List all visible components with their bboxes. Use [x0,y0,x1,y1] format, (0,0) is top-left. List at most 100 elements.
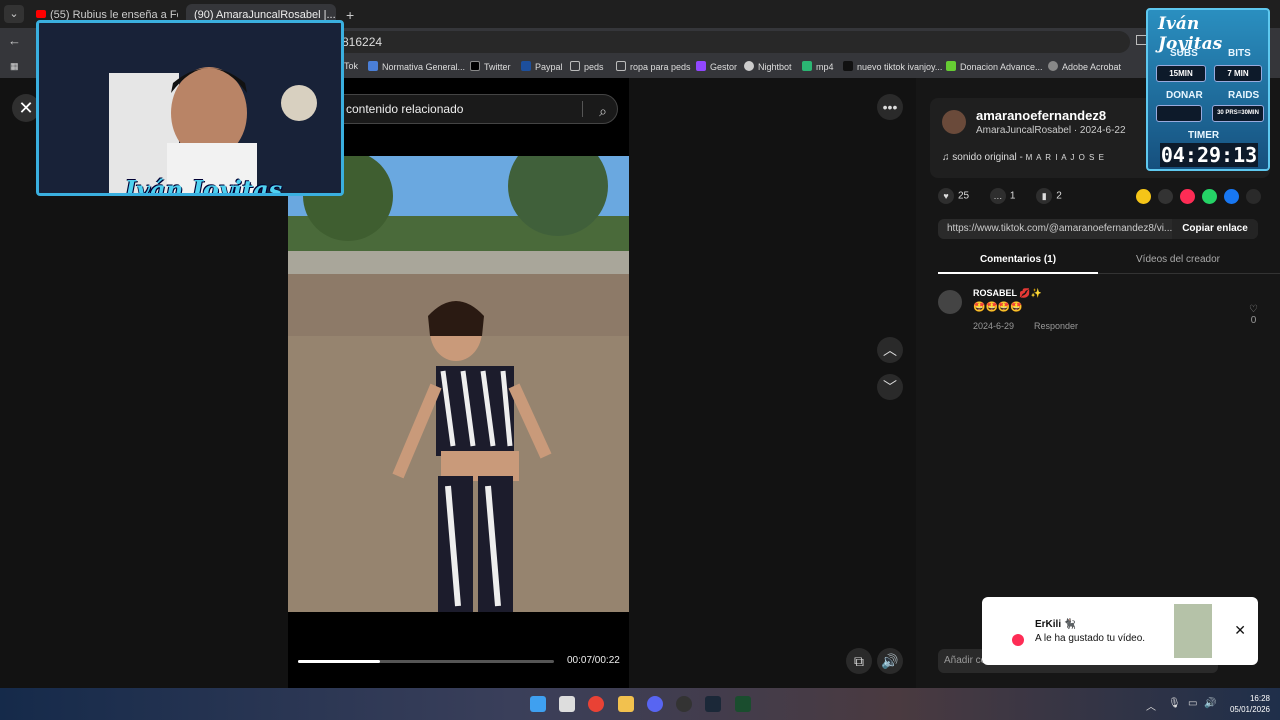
bookmark-icon[interactable]: ▮ [1036,188,1053,204]
bits-label: BITS [1228,48,1251,59]
video-frame[interactable] [288,156,629,612]
bookmark-gestor[interactable]: Gestor [696,61,737,72]
copy-link-button[interactable]: Copiar enlace [1172,219,1258,239]
embed-icon[interactable] [1158,189,1173,204]
bookmark-mp4[interactable]: mp4 [802,61,834,72]
facebook-icon[interactable] [1224,189,1239,204]
raids-label: RAIDS [1228,90,1260,101]
author-username[interactable]: amaranoefernandez8 [976,108,1106,123]
reply-button[interactable]: Responder [1034,321,1078,331]
subathon-overlay: Iván Joyitas SUBS BITS 15MIN 7 MIN DONAR… [1146,8,1270,171]
excel-icon[interactable] [735,696,751,712]
like-notification[interactable]: ErKili 🐈‍⬛ A le ha gustado tu vídeo. ✕ [982,597,1258,665]
notification-user: ErKili 🐈‍⬛ [1035,619,1077,630]
folder-icon [616,61,626,71]
file-explorer-icon[interactable] [618,696,634,712]
search-divider [582,101,583,117]
doc-icon [368,61,378,71]
share-coin-icon[interactable] [1136,189,1151,204]
search-icon[interactable]: ⌕ [599,97,607,125]
speaker-icon[interactable]: 🔊 [1204,698,1216,709]
chrome-icon[interactable] [588,696,604,712]
tiktok-icon [843,61,853,71]
volume-icon[interactable]: 🔊 [877,648,903,674]
comment-icon[interactable]: … [989,188,1006,204]
bookmark-tok[interactable]: Tok [344,61,358,71]
related-search-input[interactable]: contenido relacionado ⌕ [330,94,618,124]
back-icon[interactable]: ← [8,33,21,48]
tab-creator-videos[interactable]: Vídeos del creador [1098,254,1258,274]
panel-tabs: Comentarios (1) Vídeos del creador [938,254,1280,274]
donar-value [1156,105,1202,122]
whatsapp-icon[interactable] [1202,189,1217,204]
comment-item: ROSABEL 💋✨ 🤩🤩🤩🤩 2024-6-29 Responder ♡ 0 [938,288,1258,338]
heart-outline-icon[interactable]: ♡ [1249,304,1258,315]
comment-date: 2024-6-29 [973,321,1015,331]
bookmark-paypal[interactable]: Paypal [521,61,563,72]
donar-label: DONAR [1166,90,1203,101]
subs-value: 15MIN [1156,65,1206,82]
music-note-icon: ♫ [942,152,950,163]
streamlabs-icon [946,61,956,71]
video-image [288,156,629,612]
bookmark-normativa[interactable]: Normativa General... [368,61,465,72]
webcam-overlay: Iván Joyitas [36,20,344,196]
obs-icon[interactable] [676,696,692,712]
paypal-icon [521,61,531,71]
heart-icon[interactable]: ♥ [938,188,954,204]
apps-icon[interactable]: ▦ [10,61,19,72]
tab-list-button[interactable]: ⌄ [4,5,24,23]
webcam-image [39,23,341,193]
more-options-icon[interactable]: ••• [877,94,903,120]
twitch-icon [696,61,706,71]
share-arrow-icon[interactable] [1246,189,1261,204]
tray-chevron-icon[interactable]: ︿ [1146,698,1156,713]
bookmark-nightbot[interactable]: Nightbot [744,61,792,72]
notification-thumbnail[interactable] [1174,604,1212,658]
bookmark-ropa[interactable]: ropa para peds [616,61,691,72]
author-avatar[interactable] [942,110,966,134]
bookmark-peds[interactable]: peds [570,61,604,72]
commenter-avatar[interactable] [938,290,962,314]
close-icon[interactable]: ✕ [1234,622,1246,639]
share-send-icon[interactable] [1180,189,1195,204]
taskbar: ︿ 🎙 ▭ 🔊 16:28 05/01/2026 [0,688,1280,720]
timer-label: TIMER [1188,130,1220,141]
x-icon [470,61,480,71]
video-progress-bar[interactable] [298,660,554,663]
author-subline: AmaraJuncalRosabel · 2024-6-22 [976,125,1126,136]
discord-icon[interactable] [647,696,663,712]
nightbot-icon [744,61,754,71]
comment-text: 🤩🤩🤩🤩 [973,302,1023,313]
download-icon [802,61,812,71]
subs-label: SUBS [1170,48,1198,59]
bookmark-tiktok-ivanjoy[interactable]: nuevo tiktok ivanjoy... [843,61,942,72]
network-icon[interactable]: ▭ [1188,698,1197,709]
microphone-icon[interactable]: 🎙 [1168,698,1181,709]
sound-info[interactable]: ♫ sonido original - M A R I A J O S E [942,152,1105,163]
folder-icon [570,61,580,71]
pip-icon[interactable]: ⧉ [846,648,872,674]
webcam-title: Iván Joyitas [125,175,283,196]
store-icon[interactable] [559,696,575,712]
tab-comments[interactable]: Comentarios (1) [938,254,1098,274]
globe-icon [1048,61,1058,71]
bookmark-donacion[interactable]: Donacion Advance... [946,61,1043,72]
bookmark-twitter[interactable]: Twitter [470,61,511,72]
video-timecode: 00:07/00:22 [567,655,620,666]
raids-value: 30 PRS=30MIN [1212,105,1264,122]
video-progress-fill [298,660,380,663]
commenter-name[interactable]: ROSABEL 💋✨ [973,288,1042,299]
new-tab-button[interactable]: + [346,4,360,26]
windows-start-icon[interactable] [530,696,546,712]
previous-video-icon[interactable]: ︿ [877,337,903,363]
bits-value: 7 MIN [1214,65,1262,82]
bookmark-adobe[interactable]: Adobe Acrobat [1048,61,1121,72]
next-video-icon[interactable]: ﹀ [877,374,903,400]
comment-like[interactable]: ♡ 0 [1249,304,1258,326]
steam-icon[interactable] [705,696,721,712]
timer-value: 04:29:13 [1160,143,1258,167]
system-clock[interactable]: 16:28 05/01/2026 [1230,693,1270,715]
video-link-field[interactable]: https://www.tiktok.com/@amaranoefernande… [938,219,1258,239]
heart-badge-icon [1012,634,1024,646]
